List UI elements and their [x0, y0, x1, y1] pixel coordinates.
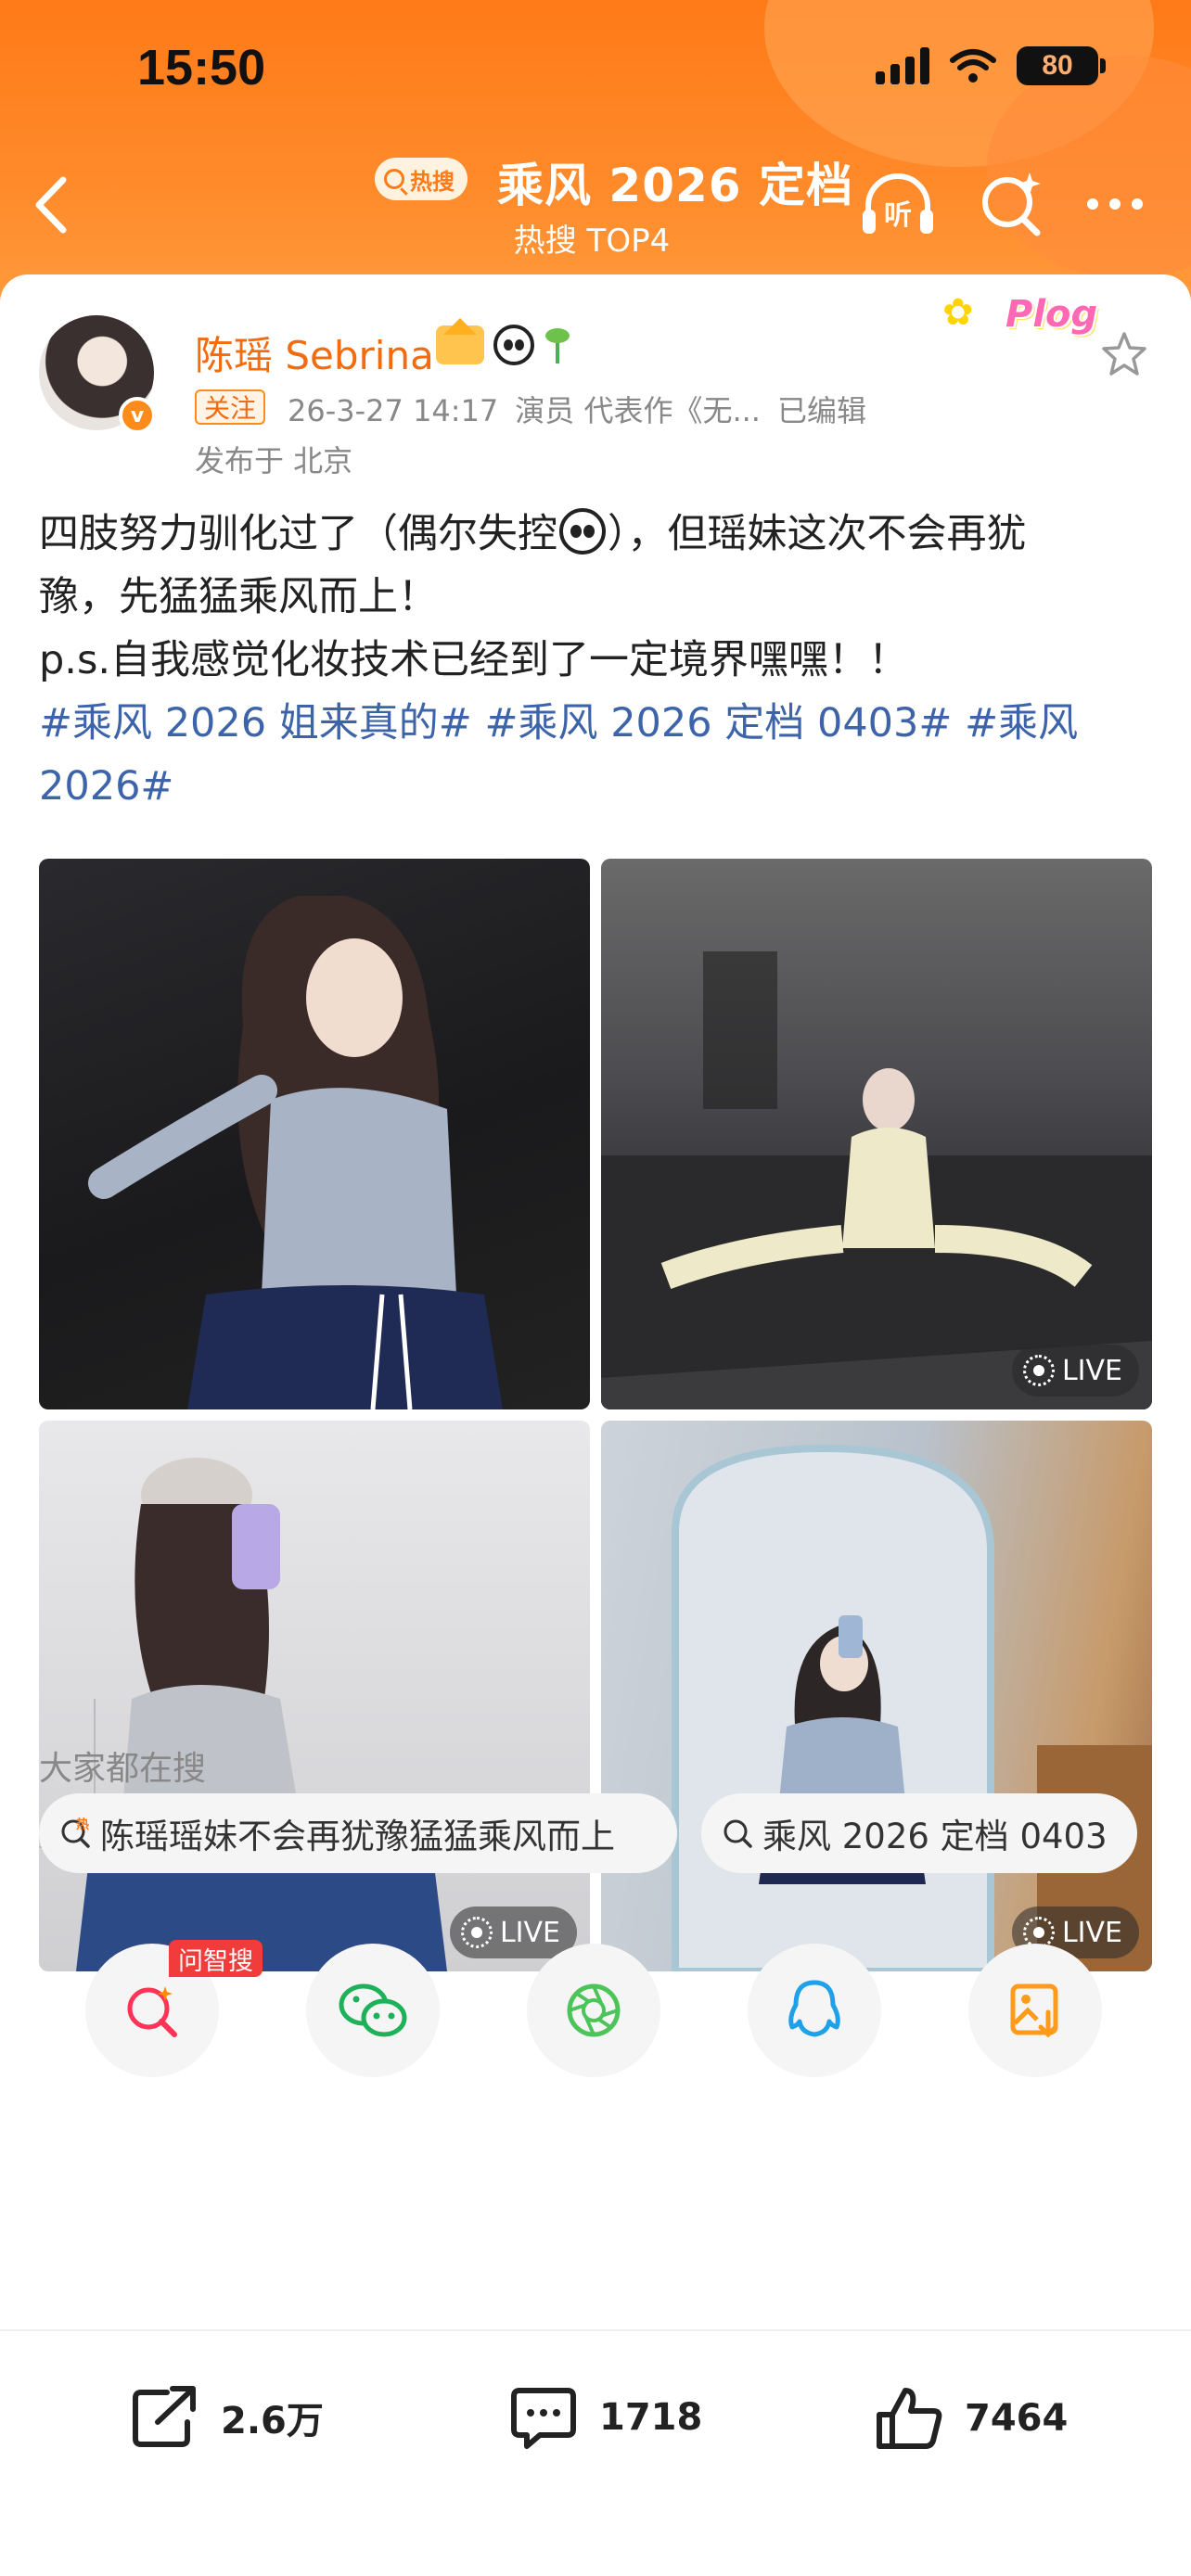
- star-icon[interactable]: [1098, 328, 1150, 380]
- post-photo-3[interactable]: LIVE: [39, 1421, 590, 1971]
- repost-icon: [133, 2386, 196, 2447]
- wechat-icon: [339, 1983, 407, 2037]
- photo-figure-icon: [601, 951, 1152, 1409]
- post-location: 发布于 北京: [195, 443, 353, 478]
- panda-emoji-icon: [559, 508, 606, 555]
- panda-badge-icon: [493, 325, 534, 365]
- search-icon: [384, 169, 404, 189]
- photo-figure-icon: [88, 896, 503, 1409]
- battery-icon: 80: [1017, 46, 1106, 85]
- photo-figure-icon: [39, 1458, 590, 1971]
- flower-icon: ✿: [942, 291, 974, 334]
- save-image-button[interactable]: [968, 1944, 1102, 2077]
- user-name[interactable]: 陈瑶 Sebrina: [195, 325, 434, 381]
- status-icons: 80: [876, 46, 1106, 85]
- hashtag-link[interactable]: #乘风 2026 姐来真的#: [39, 700, 472, 746]
- repost-count: 2.6万: [221, 2400, 324, 2442]
- post-text-line3: p.s.自我感觉化妆技术已经到了一定境界嘿嘿！！: [39, 637, 909, 683]
- comment-icon: [511, 2388, 576, 2449]
- comment-button[interactable]: 1718: [508, 2385, 702, 2450]
- plog-sticker: ✿ Plog: [942, 284, 1108, 356]
- post-body: 四肢努力驯化过了（偶尔失控 ），但瑶妹这次不会再犹 豫，先猛猛乘风而上！ p.s.…: [39, 503, 1152, 818]
- crown-badge-icon: [436, 318, 484, 364]
- live-label: LIVE: [1061, 1916, 1122, 1949]
- like-count: 7464: [965, 2397, 1069, 2440]
- photo-figure-icon: [672, 1444, 1152, 1971]
- hot-mark: 热: [76, 1817, 89, 1832]
- hashtag-link[interactable]: #乘风: [965, 700, 1078, 746]
- search-sparkle-icon[interactable]: [976, 169, 1046, 239]
- hashtag-link[interactable]: #乘风 2026 定档 0403#: [485, 700, 953, 746]
- like-button[interactable]: 7464: [874, 2385, 1068, 2452]
- listen-button[interactable]: 听: [859, 167, 937, 241]
- search-chip-label: 乘风 2026 定档 0403: [762, 1817, 1108, 1856]
- user-badges: [436, 318, 571, 365]
- verified-icon: v: [119, 397, 156, 434]
- search-chip[interactable]: 乘风 2026 定档 0403: [701, 1793, 1137, 1873]
- hot-search-icon: 热: [61, 1817, 90, 1848]
- thumbs-up-icon: [877, 2388, 942, 2449]
- search-section-title: 大家都在搜: [39, 1750, 207, 1788]
- headphones-icon: 听: [863, 173, 933, 234]
- post-text-line1b: ），但瑶妹这次不会再犹: [608, 511, 1027, 557]
- search-chip[interactable]: 热 陈瑶瑶妹不会再犹豫猛猛乘风而上: [39, 1793, 677, 1873]
- live-label: LIVE: [1061, 1354, 1122, 1387]
- save-image-icon: [1010, 1983, 1058, 2038]
- sticker-text: Plog: [1005, 293, 1098, 336]
- ask-search-badge: 问智搜: [169, 1940, 263, 1977]
- listen-label: 听: [884, 199, 912, 232]
- follow-tag[interactable]: 关注: [195, 389, 266, 425]
- sprout-badge-icon: [544, 325, 571, 365]
- more-icon[interactable]: [1087, 193, 1152, 215]
- live-icon: [460, 1917, 493, 1948]
- search-chip-label: 陈瑶瑶妹不会再犹豫猛猛乘风而上: [100, 1817, 615, 1856]
- post-photo-2[interactable]: LIVE: [601, 859, 1152, 1409]
- live-icon: [1022, 1355, 1055, 1386]
- edited-label: 已编辑: [776, 393, 866, 428]
- wifi-icon: [950, 49, 996, 83]
- share-qq-button[interactable]: [748, 1944, 881, 2077]
- status-time: 15:50: [137, 40, 266, 96]
- hot-search-badge: 热搜: [375, 158, 467, 200]
- share-wechat-button[interactable]: [306, 1944, 440, 2077]
- post-photo-4[interactable]: LIVE: [601, 1421, 1152, 1971]
- share-moments-button[interactable]: [527, 1944, 660, 2077]
- user-role: 演员 代表作《无...: [515, 393, 761, 428]
- post-meta: 26-3-27 14:17 演员 代表作《无... 已编辑: [288, 388, 883, 430]
- live-label: LIVE: [499, 1916, 560, 1949]
- post-card: v 陈瑶 Sebrina ✿ Plog 关注 26-3-27 14:17 演员 代…: [0, 274, 1191, 2576]
- ai-search-icon: [127, 1986, 177, 2037]
- moments-icon: [567, 1983, 621, 2037]
- bottom-action-bar: 2.6万 1718 7464: [0, 2329, 1191, 2576]
- post-text-line1a: 四肢努力驯化过了（偶尔失控: [39, 511, 557, 557]
- cellular-signal-icon: [876, 47, 929, 84]
- topic-rank-label: 热搜 TOP4: [513, 223, 671, 260]
- battery-level: 80: [1042, 50, 1073, 81]
- topic-title: 乘风 2026 定档: [497, 159, 853, 212]
- live-photo-badge: LIVE: [449, 1906, 577, 1958]
- hot-badge-label: 热搜: [410, 168, 455, 195]
- post-text-line2: 豫，先猛猛乘风而上！: [39, 574, 438, 620]
- search-icon: [724, 1819, 752, 1848]
- topic-header: 15:50 80 热搜 乘风 2026 定档 热搜 TOP4 听: [0, 0, 1191, 306]
- post-timestamp: 26-3-27 14:17: [288, 393, 499, 428]
- qq-icon: [788, 1980, 840, 2037]
- repost-button[interactable]: 2.6万: [130, 2385, 324, 2450]
- comment-count: 1718: [599, 2396, 703, 2439]
- post-photo-1[interactable]: [39, 859, 590, 1409]
- live-photo-badge: LIVE: [1011, 1345, 1139, 1396]
- hashtag-link-cont[interactable]: 2026#: [39, 763, 173, 810]
